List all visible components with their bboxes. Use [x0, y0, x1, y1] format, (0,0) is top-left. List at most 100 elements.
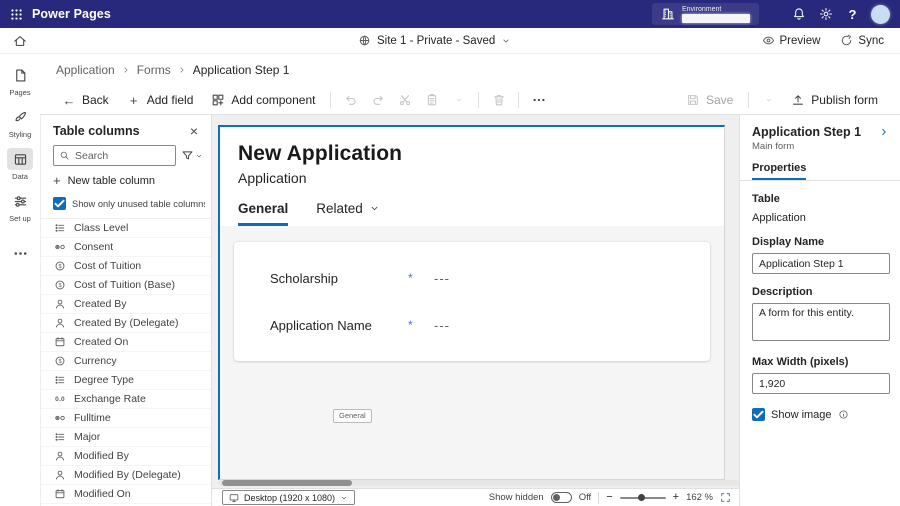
- tab-label: Related: [316, 201, 363, 216]
- form-tab-related[interactable]: Related: [316, 201, 380, 226]
- breadcrumb-item[interactable]: Application: [56, 63, 115, 77]
- delete-button[interactable]: [486, 88, 511, 112]
- horizontal-scrollbar[interactable]: [218, 480, 739, 486]
- form-preview[interactable]: New Application Application General Relat…: [218, 125, 725, 480]
- rail-item-label: Styling: [8, 130, 32, 139]
- site-menu[interactable]: Site 1 - Private - Saved: [358, 34, 511, 47]
- show-image-option[interactable]: Show image: [752, 408, 890, 421]
- required-indicator: *: [408, 271, 413, 285]
- rail-item-label: Set up: [9, 214, 31, 223]
- save-label: Save: [705, 93, 734, 107]
- help-button[interactable]: ?: [839, 0, 866, 28]
- show-hidden-label: Show hidden: [488, 492, 544, 503]
- table-column-item[interactable]: Class Level: [41, 219, 211, 238]
- component-icon: [211, 93, 225, 107]
- rail-item-data[interactable]: Data: [2, 146, 38, 183]
- zoom-controls: Show hidden Off − + 162 %: [488, 491, 731, 504]
- choices-icon: [54, 374, 66, 386]
- checkbox-checked-icon[interactable]: [53, 197, 66, 210]
- unused-columns-filter[interactable]: Show only unused table columns: [41, 192, 211, 218]
- settings-button[interactable]: [812, 0, 839, 28]
- add-field-button[interactable]: + Add field: [119, 90, 202, 110]
- notifications-button[interactable]: [785, 0, 812, 28]
- rail-item-styling[interactable]: Styling: [2, 104, 38, 141]
- tab-properties[interactable]: Properties: [752, 162, 807, 180]
- save-button[interactable]: Save: [678, 90, 741, 110]
- unused-columns-label: Show only unused table columns: [72, 198, 205, 209]
- form-toolbar: ← Back + Add field Add component Save Pu…: [40, 86, 900, 115]
- display-name-input[interactable]: [752, 253, 890, 274]
- person-icon: [54, 298, 66, 310]
- description-input[interactable]: A form for this entity.: [752, 303, 890, 341]
- show-hidden-toggle[interactable]: [550, 492, 572, 503]
- home-button[interactable]: [0, 28, 40, 54]
- table-column-item[interactable]: Degree Type: [41, 371, 211, 390]
- search-input[interactable]: [75, 149, 170, 162]
- info-icon[interactable]: [838, 409, 849, 420]
- device-selector[interactable]: Desktop (1920 x 1080): [222, 490, 356, 505]
- search-box[interactable]: [53, 145, 176, 166]
- max-width-label: Max Width (pixels): [752, 356, 849, 368]
- close-panel-button[interactable]: ×: [187, 124, 201, 138]
- paste-button[interactable]: [419, 88, 444, 112]
- table-column-item[interactable]: Created By (Delegate): [41, 314, 211, 333]
- max-width-input[interactable]: [752, 373, 890, 394]
- clipboard-menu-button[interactable]: [446, 88, 471, 112]
- table-column-item[interactable]: Modified By (Delegate): [41, 466, 211, 485]
- breadcrumb-item[interactable]: Application Step 1: [193, 63, 290, 77]
- toggle-state-label: Off: [578, 492, 592, 503]
- chevron-down-icon: [501, 36, 511, 46]
- required-indicator: *: [408, 318, 413, 332]
- sync-button[interactable]: Sync: [840, 34, 884, 47]
- table-columns-list: Class Level Consent $ Cost of Tuition $ Cost …: [41, 218, 211, 506]
- table-column-item[interactable]: Major: [41, 428, 211, 447]
- table-column-item[interactable]: Created On: [41, 333, 211, 352]
- table-column-item[interactable]: Modified On: [41, 485, 211, 504]
- rail-item-pages[interactable]: Pages: [2, 62, 38, 99]
- save-menu-button[interactable]: [756, 88, 781, 112]
- zoom-slider[interactable]: [619, 493, 666, 503]
- table-column-item[interactable]: Created By: [41, 295, 211, 314]
- form-tab-general[interactable]: General: [238, 201, 289, 226]
- table-column-item[interactable]: 0.0 Exchange Rate: [41, 390, 211, 409]
- cut-button[interactable]: [392, 88, 417, 112]
- expand-panel-button[interactable]: [878, 126, 890, 138]
- display-name-label: Display Name: [752, 236, 825, 248]
- slider-thumb[interactable]: [637, 494, 645, 501]
- preview-button[interactable]: Preview: [762, 34, 820, 47]
- form-field[interactable]: Scholarship * ---: [270, 259, 700, 297]
- table-column-item[interactable]: $ Currency: [41, 352, 211, 371]
- new-table-column-button[interactable]: + New table column: [41, 166, 211, 192]
- table-column-item[interactable]: Fulltime: [41, 409, 211, 428]
- form-field[interactable]: Application Name * ---: [270, 306, 700, 344]
- checkbox-checked-icon[interactable]: [752, 408, 765, 421]
- undo-button[interactable]: [338, 88, 363, 112]
- scissors-icon: [398, 93, 412, 107]
- rail-item-setup[interactable]: Set up: [2, 188, 38, 225]
- environment-picker[interactable]: Environment: [652, 3, 759, 25]
- sync-label: Sync: [858, 34, 884, 47]
- fit-screen-icon[interactable]: [720, 492, 731, 503]
- rail-item-more[interactable]: [2, 240, 38, 266]
- more-commands-button[interactable]: [526, 88, 551, 112]
- account-avatar[interactable]: [871, 4, 890, 24]
- publish-label: Publish form: [811, 93, 878, 107]
- app-launcher-button[interactable]: [0, 0, 32, 28]
- table-column-label: Cost of Tuition: [74, 260, 142, 272]
- table-column-item[interactable]: Consent: [41, 238, 211, 257]
- table-column-item[interactable]: Modified By: [41, 447, 211, 466]
- form-section-card[interactable]: Scholarship * --- Application Name * ---: [234, 242, 710, 361]
- data-icon: [13, 152, 28, 167]
- table-column-item[interactable]: $ Cost of Tuition: [41, 257, 211, 276]
- device-label: Desktop (1920 x 1080): [244, 492, 336, 503]
- redo-button[interactable]: [365, 88, 390, 112]
- table-column-item[interactable]: $ Cost of Tuition (Base): [41, 276, 211, 295]
- add-component-button[interactable]: Add component: [203, 90, 323, 110]
- breadcrumb-item[interactable]: Forms: [137, 63, 171, 77]
- scrollbar-thumb[interactable]: [222, 480, 352, 486]
- filter-button[interactable]: [179, 147, 205, 164]
- back-button[interactable]: ← Back: [54, 90, 117, 110]
- zoom-in-button[interactable]: +: [673, 492, 679, 503]
- zoom-out-button[interactable]: −: [606, 492, 612, 503]
- publish-form-button[interactable]: Publish form: [783, 90, 886, 110]
